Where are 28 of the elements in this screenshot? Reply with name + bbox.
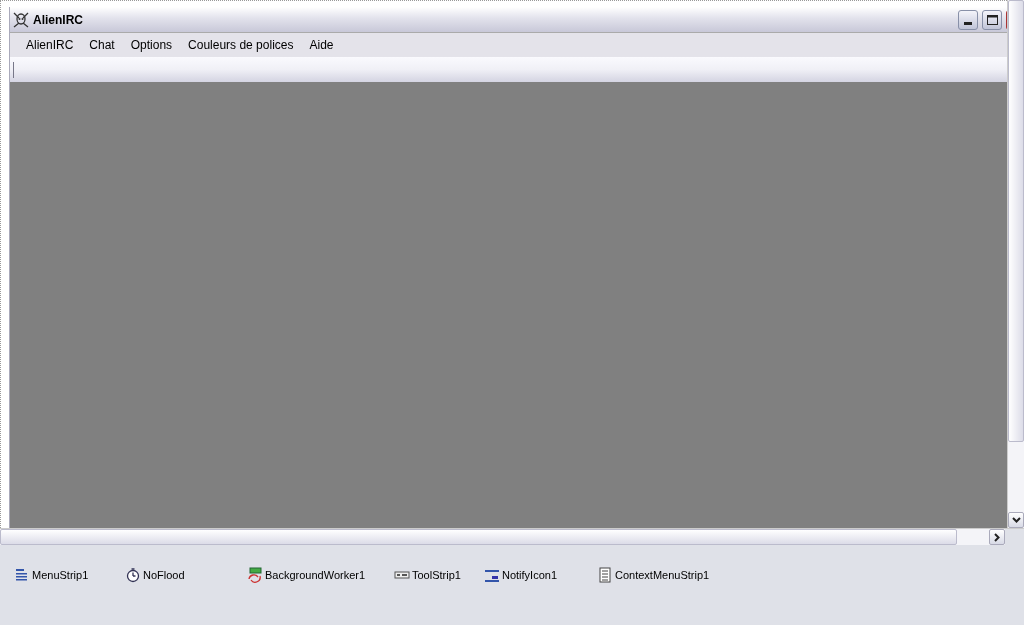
component-label[interactable]: BackgroundWorker1 bbox=[265, 569, 366, 581]
component-label[interactable]: NoFlood bbox=[143, 569, 185, 581]
chevron-right-icon bbox=[994, 532, 1000, 542]
alien-icon bbox=[13, 11, 29, 28]
component-label[interactable]: ContextMenuStrip1 bbox=[615, 569, 710, 581]
background-worker-icon bbox=[247, 567, 263, 583]
menu-item[interactable]: AlienIRC bbox=[18, 38, 82, 52]
menu-item[interactable]: Aide bbox=[301, 38, 342, 52]
menu-item[interactable]: Couleurs de polices bbox=[180, 38, 302, 52]
scroll-right-button[interactable] bbox=[989, 529, 1005, 545]
context-menu-icon bbox=[597, 567, 613, 583]
chevron-down-icon bbox=[1011, 517, 1021, 523]
menu-strip-icon bbox=[14, 567, 30, 583]
minimize-icon bbox=[964, 21, 972, 25]
stopwatch-icon bbox=[125, 567, 141, 583]
component-label[interactable]: NotifyIcon1 bbox=[502, 569, 558, 581]
scroll-down-button[interactable] bbox=[1008, 512, 1024, 528]
scrollbar-corner bbox=[1005, 529, 1024, 545]
window-title: AlienIRC bbox=[33, 12, 83, 27]
menu-item[interactable]: Options bbox=[122, 38, 181, 52]
minimize-button[interactable] bbox=[958, 9, 978, 30]
maximize-button[interactable] bbox=[982, 9, 1002, 30]
grip-handle[interactable] bbox=[13, 61, 14, 78]
component-label[interactable]: ToolStrip1 bbox=[412, 569, 461, 581]
component-label[interactable]: MenuStrip1 bbox=[32, 569, 89, 581]
notify-icon-icon bbox=[484, 567, 500, 583]
menu-item[interactable]: Chat bbox=[81, 38, 123, 52]
maximize-icon bbox=[986, 14, 998, 25]
